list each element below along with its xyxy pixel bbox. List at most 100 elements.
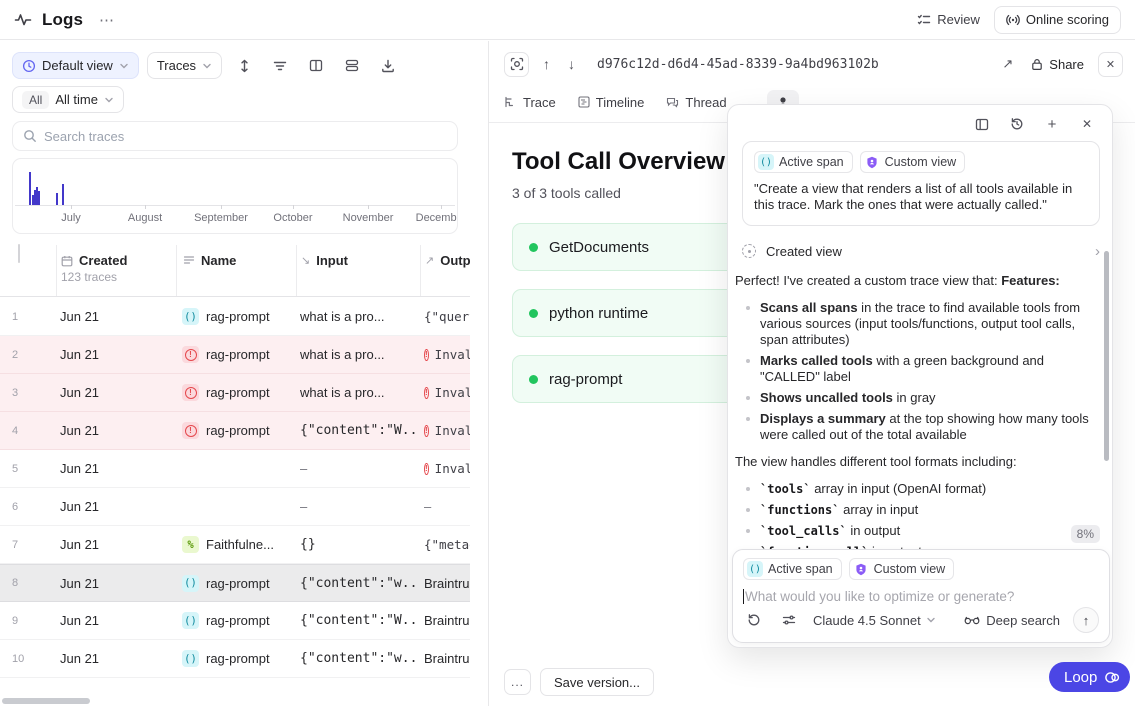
table-row[interactable]: 3Jun 21!rag-promptwhat is a pro...!Inval (0, 374, 470, 412)
error-icon: ! (182, 346, 199, 363)
save-version-button[interactable]: Save version... (540, 668, 654, 696)
cell-created: Jun 21 (56, 651, 176, 666)
span-name: rag-prompt (206, 651, 270, 666)
cell-output: Braintru (420, 613, 470, 628)
download-button[interactable] (374, 52, 402, 79)
composer-input[interactable] (745, 589, 1099, 604)
tool-name: rag-prompt (549, 371, 622, 388)
tab-trace[interactable]: Trace (504, 95, 556, 110)
deep-search-toggle[interactable]: Deep search (964, 613, 1060, 628)
previous-trace-button[interactable]: ↑ (539, 56, 554, 72)
chart-tick (368, 205, 369, 209)
column-header-input[interactable]: ↘ Input (296, 245, 420, 296)
cell-name: ()rag-prompt (176, 650, 296, 667)
chart-tick-label: September (194, 212, 248, 224)
view-icon (22, 59, 36, 73)
search-icon (23, 129, 37, 143)
table-row[interactable]: 9Jun 21()rag-prompt{"content":"W...Brain… (0, 602, 470, 640)
span-name: rag-prompt (206, 613, 270, 628)
cell-input: {"content":"W... (296, 423, 420, 438)
table-row[interactable]: 10Jun 21()rag-prompt{"content":"w...Brai… (0, 640, 470, 678)
cell-name: !rag-prompt (176, 384, 296, 401)
history-icon (1010, 117, 1024, 131)
cell-input: {"content":"w... (296, 651, 420, 666)
cell-name: ()rag-prompt (176, 612, 296, 629)
timeline-icon (578, 96, 590, 108)
table-row[interactable]: 6Jun 21–– (0, 488, 470, 526)
function-span-icon: () (758, 154, 774, 170)
panel-layout-button[interactable] (971, 113, 993, 135)
cell-name: !rag-prompt (176, 346, 296, 363)
format-item: `functions` array in input (735, 502, 1099, 518)
context-badge-custom-view[interactable]: Custom view (860, 151, 966, 173)
output-text: {"metad (424, 537, 470, 552)
context-badge-active-span[interactable]: ()Active span (754, 151, 853, 173)
tab-timeline[interactable]: Timeline (578, 95, 645, 110)
text-caret (743, 589, 744, 604)
context-badge-active-span[interactable]: ()Active span (743, 558, 842, 580)
row-height-button[interactable] (230, 52, 258, 79)
error-icon: ! (424, 463, 429, 475)
output-text: Inval (435, 461, 470, 476)
more-options-button[interactable]: ... (504, 669, 531, 695)
table-row[interactable]: 5Jun 21–!Inval (0, 450, 470, 488)
next-trace-button[interactable]: ↓ (564, 56, 579, 72)
trace-count: 123 traces (61, 270, 117, 284)
chevron-down-icon (926, 615, 936, 625)
function-span-icon: () (182, 575, 199, 592)
traces-dropdown[interactable]: Traces (147, 52, 222, 79)
composer-settings-button[interactable] (778, 609, 800, 631)
filter-button[interactable] (266, 52, 294, 79)
column-header-created[interactable]: Created 123 traces (56, 245, 176, 296)
columns-button[interactable] (302, 52, 330, 79)
tab-label: Thread (685, 95, 726, 110)
column-header-name[interactable]: Name (176, 245, 296, 296)
focus-span-button[interactable] (504, 52, 529, 77)
output-text: Inval (435, 423, 470, 438)
composer-history-button[interactable] (743, 609, 765, 631)
table-row[interactable]: 4Jun 21!rag-prompt{"content":"W...!Inval (0, 412, 470, 450)
rows-icon (345, 59, 359, 72)
send-button[interactable]: ↑ (1073, 607, 1099, 633)
online-scoring-button[interactable]: Online scoring (994, 6, 1121, 34)
search-traces-input[interactable] (44, 129, 447, 144)
page-title: Logs (42, 10, 83, 30)
table-row[interactable]: 1Jun 21()rag-promptwhat is a pro...{"que… (0, 298, 470, 336)
select-all-checkbox[interactable] (18, 244, 20, 263)
history-button[interactable] (1006, 113, 1028, 135)
row-number: 2 (0, 349, 56, 361)
column-header-output[interactable]: ↗ Output (420, 245, 470, 296)
overflow-menu-button[interactable]: ⋯ (93, 11, 121, 29)
close-trace-button[interactable]: ✕ (1098, 52, 1123, 77)
tab-thread[interactable]: Thread (666, 95, 726, 110)
horizontal-scrollbar[interactable] (2, 698, 90, 704)
cell-name: %Faithfulne... (176, 536, 296, 553)
cell-created: Jun 21 (56, 309, 176, 324)
chart-tick (293, 205, 294, 209)
open-external-icon[interactable]: ↗ (998, 56, 1017, 72)
review-button[interactable]: Review (917, 12, 980, 27)
cell-input: – (296, 499, 420, 514)
close-assistant-button[interactable]: ✕ (1076, 113, 1098, 135)
cell-input: what is a pro... (296, 347, 420, 362)
output-text: {"query (424, 309, 470, 324)
chevron-down-icon (104, 95, 114, 105)
table-row[interactable]: 8Jun 21()rag-prompt{"content":"w...Brain… (0, 564, 470, 602)
row-layout-button[interactable] (338, 52, 366, 79)
model-selector[interactable]: Claude 4.5 Sonnet (813, 613, 936, 628)
logs-pulse-icon (14, 11, 32, 29)
loop-button[interactable]: Loop (1049, 662, 1130, 692)
view-dropdown[interactable]: Default view (12, 52, 139, 79)
time-range-dropdown[interactable]: All All time (12, 86, 124, 113)
badge-label: Custom view (874, 562, 946, 576)
trace-volume-chart[interactable]: JulyAugustSeptemberOctoberNovemberDecemb… (12, 158, 458, 234)
new-chat-button[interactable]: + (1041, 113, 1063, 135)
table-row[interactable]: 2Jun 21!rag-promptwhat is a pro...!Inval (0, 336, 470, 374)
row-number: 7 (0, 539, 56, 551)
assistant-scrollbar[interactable] (1104, 251, 1109, 461)
created-view-row[interactable]: Created view › (742, 238, 1100, 264)
cell-created: Jun 21 (56, 576, 176, 591)
share-button[interactable]: Share (1031, 57, 1084, 72)
table-row[interactable]: 7Jun 21%Faithfulne...{}{"metad (0, 526, 470, 564)
context-badge-custom-view[interactable]: Custom view (849, 558, 955, 580)
